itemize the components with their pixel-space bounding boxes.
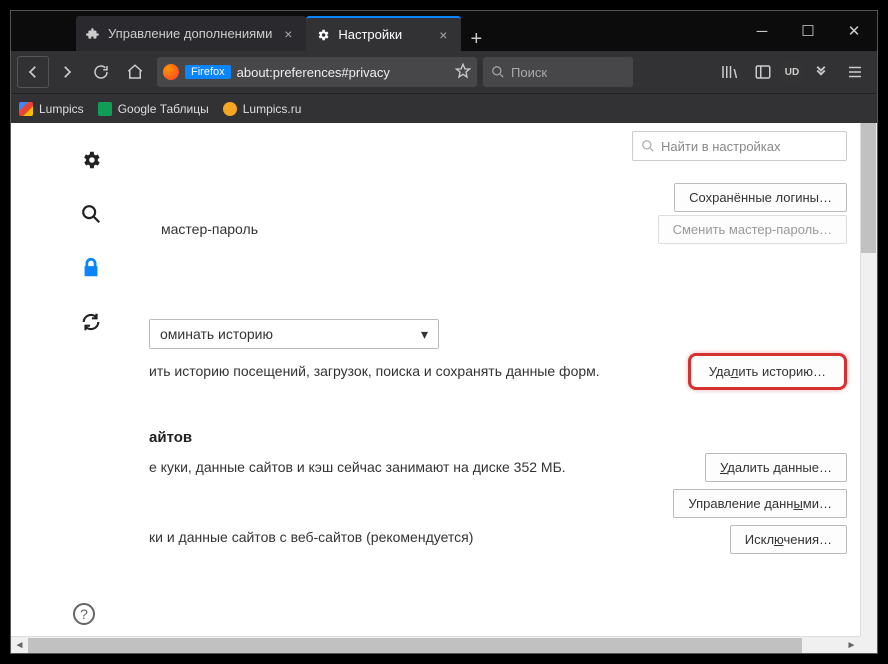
maximize-button[interactable]: ☐ [785,11,831,51]
clear-data-button[interactable]: Удалить данные… [705,453,847,482]
bookmark-star-icon[interactable] [455,63,471,82]
tab-label: Управление дополнениями [108,26,272,41]
chevron-down-icon: ▾ [421,326,428,343]
reload-button[interactable] [85,56,117,88]
vertical-scroll-thumb[interactable] [861,123,876,253]
general-category-icon[interactable] [79,148,103,172]
scroll-right-arrow[interactable]: ► [843,637,860,654]
clear-history-button[interactable]: Удалить историю… [688,353,847,390]
close-icon[interactable]: × [280,26,296,42]
overflow-button[interactable] [805,56,837,88]
search-placeholder: Поиск [511,65,547,80]
url-text: about:preferences#privacy [237,65,390,80]
site-icon [223,102,237,116]
titlebar: Управление дополнениями × Настройки × + … [11,11,877,51]
close-button[interactable]: ✕ [831,11,877,51]
cookies-option-label: ки и данные сайтов с веб-сайтов (рекомен… [149,529,473,545]
bookmark-lumpicsru[interactable]: Lumpics.ru [223,102,302,116]
back-button[interactable] [17,56,49,88]
master-password-label: мастер-пароль [161,221,258,237]
saved-logins-button[interactable]: Сохранённые логины… [674,183,847,212]
change-master-password-button: Сменить мастер-пароль… [658,215,847,244]
puzzle-icon [86,27,100,41]
scroll-left-arrow[interactable]: ◄ [11,637,28,654]
library-button[interactable] [713,56,745,88]
url-bar[interactable]: Firefox about:preferences#privacy [157,57,477,87]
button-label: Удалить данные… [720,460,832,475]
new-tab-button[interactable]: + [461,28,491,51]
content-area: ? Найти в настройках Сохранённые логины…… [11,123,877,653]
scroll-corner [860,636,877,653]
home-button[interactable] [119,56,151,88]
bookmark-label: Google Таблицы [118,102,209,116]
category-sidebar [66,148,116,334]
menu-button[interactable] [839,56,871,88]
horizontal-scroll-thumb[interactable] [28,638,802,653]
exceptions-button[interactable]: Исключения… [730,525,847,554]
horizontal-scrollbar[interactable]: ◄ ► [11,636,860,653]
button-label: Управление данными… [688,496,832,511]
button-label: Исключения… [745,532,832,547]
button-label: Сменить мастер-пароль… [673,222,832,237]
tab-label: Настройки [338,27,402,42]
tab-settings[interactable]: Настройки × [306,16,461,51]
vertical-scrollbar[interactable] [860,123,877,636]
search-icon [641,139,655,153]
settings-search-input[interactable]: Найти в настройках [632,131,847,161]
bookmark-label: Lumpics [39,102,84,116]
firefox-icon [163,64,179,80]
sites-data-description: е куки, данные сайтов и кэш сейчас заним… [149,459,566,475]
browser-window: Управление дополнениями × Настройки × + … [10,10,878,654]
manage-data-button[interactable]: Управление данными… [673,489,847,518]
dropdown-value: оминать историю [160,326,273,342]
drive-icon [19,102,33,116]
close-icon[interactable]: × [435,27,451,43]
settings-page: Найти в настройках Сохранённые логины… м… [131,131,847,633]
sites-data-title: айтов [149,429,192,446]
help-button[interactable]: ? [73,603,95,625]
bookmark-lumpics[interactable]: Lumpics [19,102,84,116]
search-bar[interactable]: Поиск [483,57,633,87]
sidebar-button[interactable] [747,56,779,88]
window-controls: ─ ☐ ✕ [739,11,877,51]
forward-button[interactable] [51,56,83,88]
bookmarks-bar: Lumpics Google Таблицы Lumpics.ru [11,93,877,123]
button-label: Сохранённые логины… [689,190,832,205]
identity-badge: Firefox [185,65,231,79]
privacy-category-icon[interactable] [79,256,103,280]
button-label: Удалить историю… [709,364,826,379]
settings-search-placeholder: Найти в настройках [661,139,781,154]
history-description: ить историю посещений, загрузок, поиска … [149,363,600,379]
horizontal-scroll-track[interactable] [28,638,843,653]
search-icon [491,65,505,79]
extension-icon[interactable]: UD [781,61,803,83]
tab-addons[interactable]: Управление дополнениями × [76,16,306,51]
bookmark-sheets[interactable]: Google Таблицы [98,102,209,116]
nav-toolbar: Firefox about:preferences#privacy Поиск … [11,51,877,93]
tab-strip: Управление дополнениями × Настройки × + [11,11,739,51]
search-category-icon[interactable] [79,202,103,226]
sync-category-icon[interactable] [79,310,103,334]
gear-icon [316,28,330,42]
bookmark-label: Lumpics.ru [243,102,302,116]
minimize-button[interactable]: ─ [739,11,785,51]
history-mode-dropdown[interactable]: оминать историю ▾ [149,319,439,349]
sheets-icon [98,102,112,116]
